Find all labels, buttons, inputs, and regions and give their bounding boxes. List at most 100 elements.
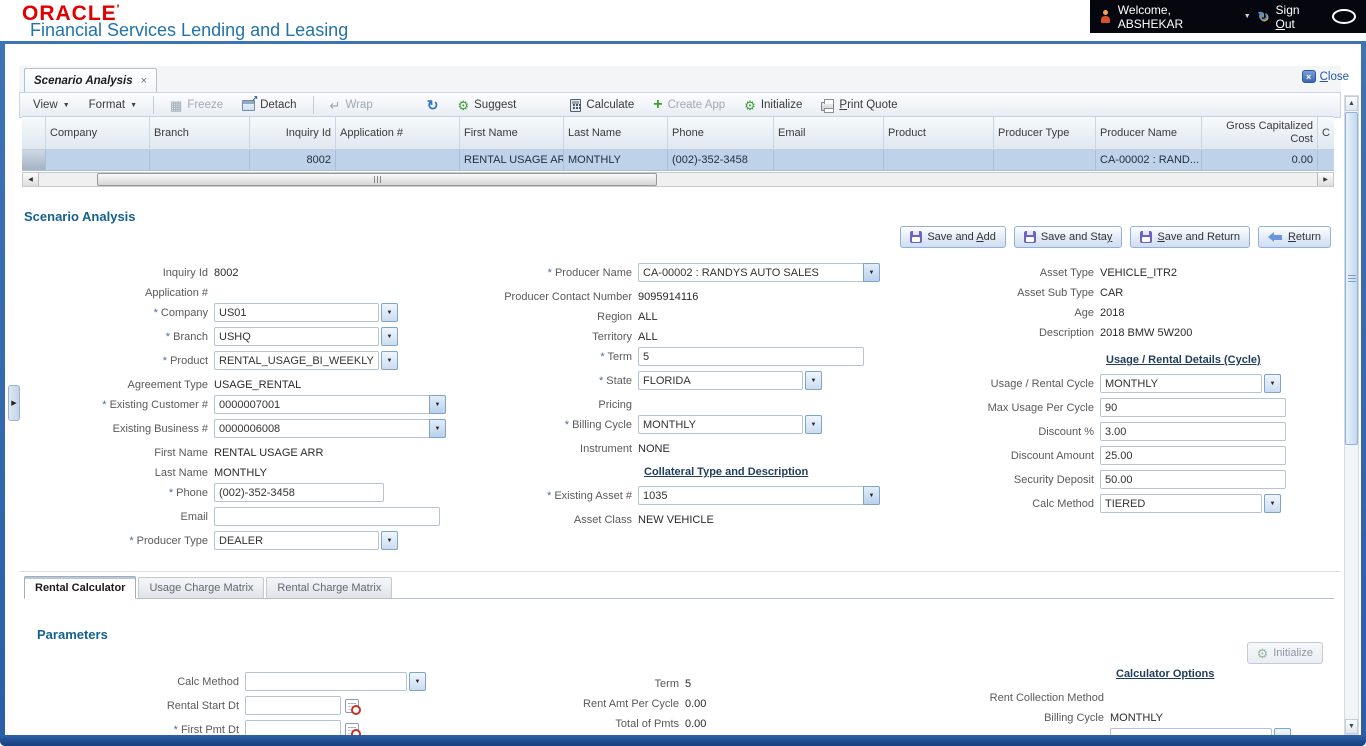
grid-cell[interactable]: 0.00 [1202, 150, 1318, 171]
calculate-button[interactable]: Calculate [567, 98, 637, 113]
grid-column-producer-type[interactable]: Producer Type [994, 117, 1096, 150]
grid-column-first-name[interactable]: First Name [460, 117, 564, 150]
producer-type-input[interactable] [214, 531, 379, 550]
sign-out-link[interactable]: Sign Out [1276, 3, 1322, 31]
grid-cell[interactable]: (002)-352-3458 [668, 150, 774, 171]
first-pmt-dt-date-picker-icon[interactable] [345, 723, 359, 736]
product-input[interactable] [214, 351, 379, 370]
grid-column-branch[interactable]: Branch [150, 117, 250, 150]
param-extra-input[interactable] [1110, 728, 1272, 735]
calc-method-dropdown-icon[interactable]: ▼ [1264, 494, 1281, 513]
discount-pct-input[interactable] [1100, 422, 1286, 441]
security-deposit-input[interactable] [1100, 470, 1286, 489]
row-selector-cell[interactable] [22, 150, 46, 171]
usage-rental-cycle-input[interactable] [1100, 374, 1262, 393]
email-input[interactable] [214, 507, 440, 526]
scroll-right-arrow-icon[interactable]: ▶ [1317, 173, 1333, 186]
existing-customer-number-input[interactable] [214, 395, 430, 414]
grid-cell[interactable] [336, 150, 460, 171]
initialize-button[interactable]: ⚙Initialize [741, 98, 805, 113]
state-dropdown-icon[interactable]: ▼ [805, 371, 822, 390]
vertical-scrollbar[interactable]: ▲ ▼ [1344, 95, 1359, 735]
usage-rental-cycle-dropdown-icon[interactable]: ▼ [1264, 374, 1281, 393]
grid-cell[interactable] [994, 150, 1096, 171]
grid-cell[interactable] [774, 150, 884, 171]
term-input[interactable] [638, 347, 864, 366]
discount-amount-input[interactable] [1100, 446, 1286, 465]
grid-cell[interactable]: 8002 [250, 150, 336, 171]
producer-type-dropdown-icon[interactable]: ▼ [381, 531, 398, 550]
grid-column-last-name[interactable]: Last Name [564, 117, 668, 150]
save-and-return-button[interactable]: Save and Return [1130, 226, 1250, 248]
wrap-button[interactable]: ↵Wrap [327, 98, 376, 113]
product-dropdown-icon[interactable]: ▼ [381, 351, 398, 370]
producer-name-input[interactable] [638, 263, 864, 282]
grid-cell[interactable]: CA-00002 : RAND... [1096, 150, 1202, 171]
company-input[interactable] [214, 303, 379, 322]
subtab-usage-charge-matrix[interactable]: Usage Charge Matrix [138, 577, 264, 598]
state-input[interactable] [638, 371, 803, 390]
grid-column-inquiry-id[interactable]: Inquiry Id [250, 117, 336, 150]
existing-business-number-input[interactable] [214, 419, 430, 438]
grid-column-application-[interactable]: Application # [336, 117, 460, 150]
scroll-left-arrow-icon[interactable]: ◀ [23, 173, 39, 186]
existing-customer-number-dropdown-icon[interactable]: ▼ [429, 395, 446, 414]
billing-cycle-dropdown-icon[interactable]: ▼ [805, 415, 822, 434]
existing-asset-number-input[interactable] [638, 486, 864, 505]
horizontal-scroll-thumb[interactable] [97, 173, 657, 186]
tab-scenario-analysis[interactable]: Scenario Analysis × [24, 68, 157, 92]
return-button[interactable]: Return [1258, 226, 1331, 248]
scroll-down-arrow-icon[interactable]: ▼ [1345, 719, 1358, 734]
billing-cycle-input[interactable] [638, 415, 803, 434]
create-app-button[interactable]: +Create App [650, 97, 728, 113]
branch-dropdown-icon[interactable]: ▼ [381, 327, 398, 346]
grid-column-row-selector[interactable] [22, 117, 46, 150]
refresh-button[interactable]: ↻ [424, 98, 442, 113]
phone-input[interactable] [214, 483, 384, 502]
branch-input[interactable] [214, 327, 379, 346]
first-pmt-dt-input[interactable] [245, 720, 341, 735]
rental-start-dt-date-picker-icon[interactable] [345, 699, 359, 713]
save-and-stay-button[interactable]: Save and Stay [1014, 226, 1123, 248]
grid-column-phone[interactable]: Phone [668, 117, 774, 150]
grid-column-email[interactable]: Email [774, 117, 884, 150]
suggest-button[interactable]: ⚙Suggest [454, 98, 519, 113]
view-menu[interactable]: View▼ [30, 98, 73, 112]
parameters-initialize-button[interactable]: ⚙ Initialize [1247, 642, 1323, 664]
producer-name-dropdown-icon[interactable]: ▼ [863, 263, 880, 282]
subtab-rental-charge-matrix[interactable]: Rental Charge Matrix [266, 577, 392, 598]
existing-asset-number-dropdown-icon[interactable]: ▼ [863, 486, 880, 505]
detach-button[interactable]: Detach [239, 98, 299, 112]
grid-cell[interactable]: MONTHLY [564, 150, 668, 171]
grid-cell[interactable] [1318, 150, 1334, 171]
calc-method-input[interactable] [1100, 494, 1262, 513]
param-extra-dropdown-icon[interactable]: ▼ [1274, 728, 1291, 735]
print-quote-button[interactable]: Print Quote [818, 98, 900, 112]
grid-selected-row[interactable]: 8002 RENTAL USAGE ARRMONTHLY(002)-352-345… [22, 150, 1334, 171]
grid-cell[interactable] [46, 150, 150, 171]
param-calc-method-input[interactable] [245, 672, 407, 691]
panel-collapse-handle[interactable]: ▶ [8, 385, 20, 421]
tab-close-icon[interactable]: × [141, 75, 147, 87]
format-menu[interactable]: Format▼ [86, 98, 140, 112]
vertical-scroll-thumb[interactable] [1345, 112, 1358, 445]
freeze-button[interactable]: ▦Freeze [167, 98, 226, 113]
existing-business-number-dropdown-icon[interactable]: ▼ [429, 419, 446, 438]
grid-column-c[interactable]: C [1318, 117, 1334, 150]
grid-cell[interactable]: RENTAL USAGE ARR [460, 150, 564, 171]
param-calc-method-dropdown-icon[interactable]: ▼ [409, 672, 426, 691]
company-dropdown-icon[interactable]: ▼ [381, 303, 398, 322]
horizontal-scrollbar[interactable]: ◀ ▶ [22, 172, 1334, 187]
rental-start-dt-input[interactable] [245, 696, 341, 715]
user-menu-caret-icon[interactable]: ▼ [1244, 13, 1251, 20]
grid-column-product[interactable]: Product [884, 117, 994, 150]
close-link-text[interactable]: Close [1320, 71, 1349, 83]
grid-column-gross-capitalized-cost[interactable]: Gross Capitalized Cost [1202, 117, 1318, 150]
grid-cell[interactable] [884, 150, 994, 171]
scroll-up-arrow-icon[interactable]: ▲ [1345, 96, 1358, 111]
welcome-text[interactable]: Welcome, ABSHEKAR [1118, 3, 1237, 31]
grid-column-producer-name[interactable]: Producer Name [1096, 117, 1202, 150]
window-close-button[interactable]: × Close [1302, 70, 1349, 83]
save-and-add-button[interactable]: Save and Add [900, 226, 1006, 248]
grid-column-company[interactable]: Company [46, 117, 150, 150]
